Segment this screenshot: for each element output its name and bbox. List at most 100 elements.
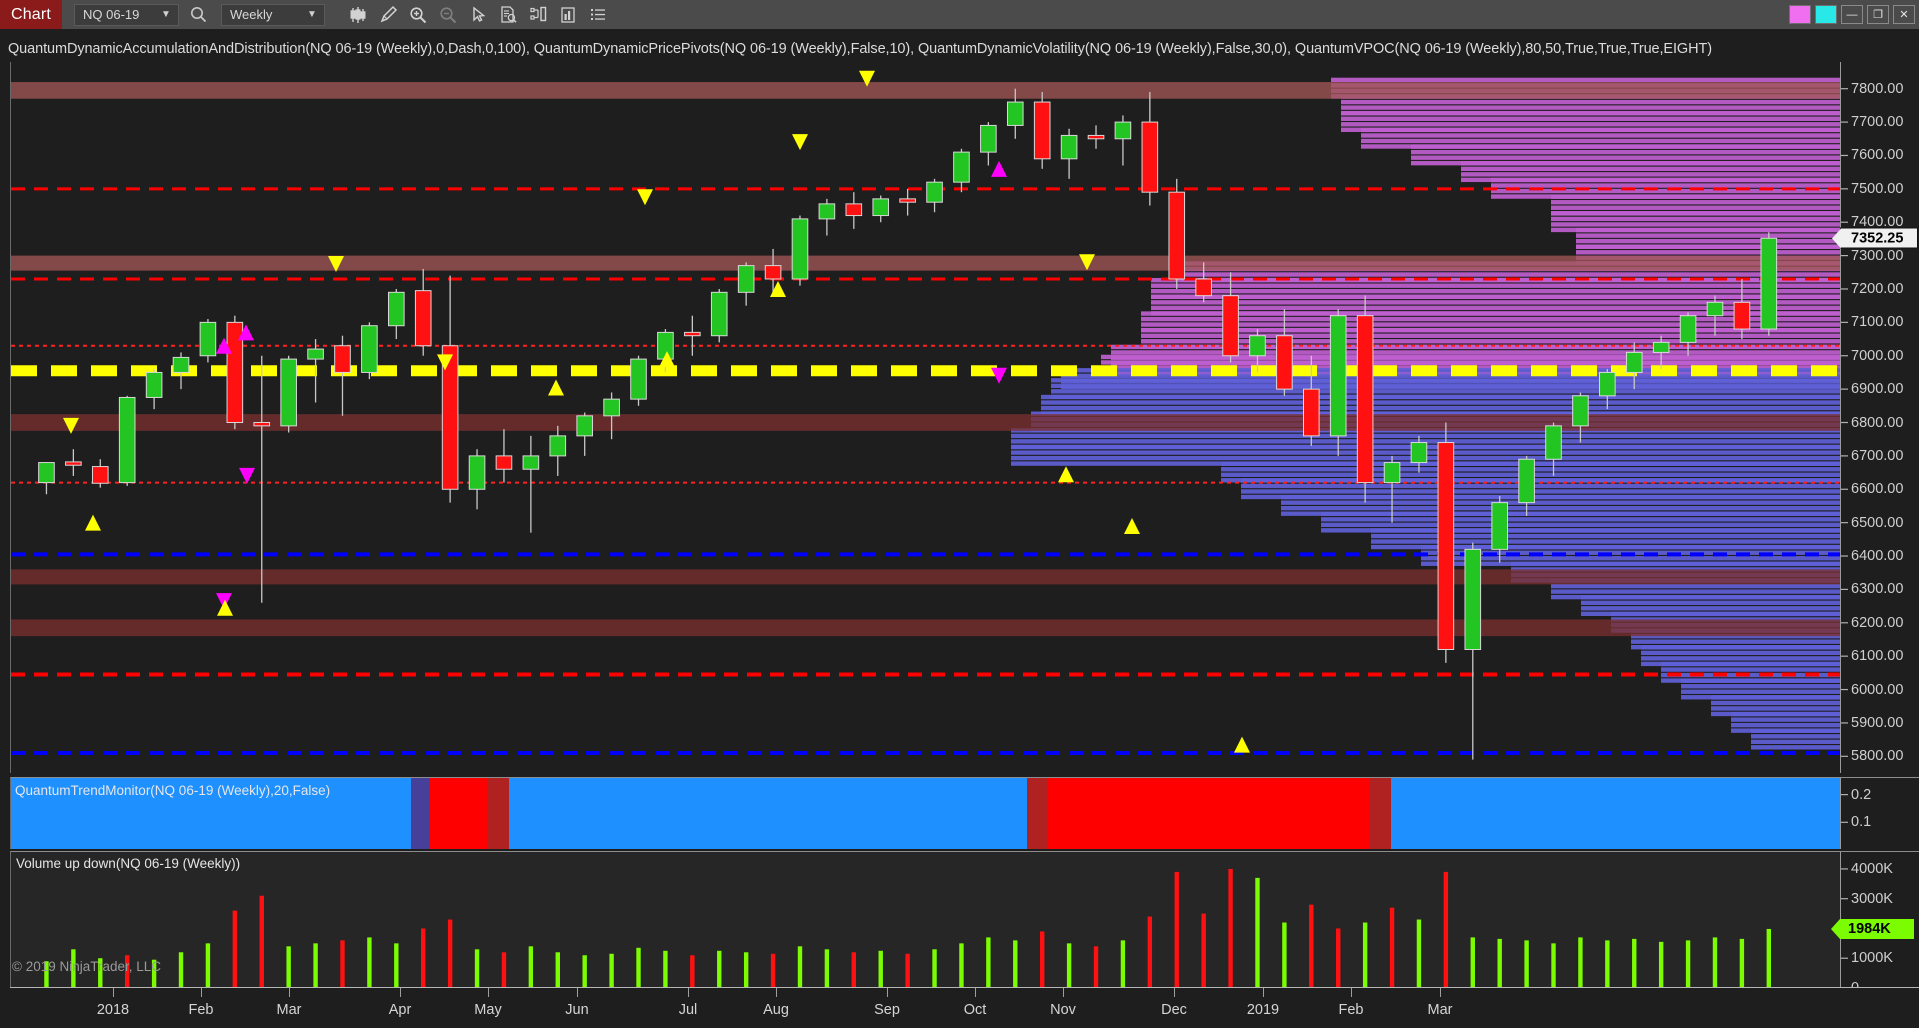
trend-segment-down [1047, 778, 1369, 849]
price-tick-label: 6600.00 [1851, 481, 1904, 498]
price-tick-label: 7800.00 [1851, 80, 1904, 97]
volume-bar [1228, 868, 1233, 987]
date-tick-label: Jun [565, 1002, 589, 1018]
volume-bar [1120, 940, 1126, 987]
minimize-button[interactable]: — [1841, 5, 1863, 24]
symbol-selector[interactable]: NQ 06-19 ▼ [74, 3, 179, 26]
cursor-pointer-icon[interactable] [463, 2, 493, 28]
volume-bar [421, 928, 426, 987]
color-swatch-magenta[interactable] [1789, 5, 1811, 24]
volume-bar [1766, 928, 1772, 987]
interval-selector[interactable]: Weekly ▼ [221, 3, 325, 26]
volume-bar [501, 952, 507, 987]
price-tick-label: 5900.00 [1851, 714, 1904, 731]
date-tick-label: Oct [963, 1002, 987, 1018]
search-icon[interactable] [183, 2, 213, 28]
price-tick-label: 7500.00 [1851, 180, 1904, 197]
candlestick [1437, 422, 1455, 663]
date-tick [577, 988, 578, 997]
candlestick [361, 322, 378, 380]
trend-monitor-label: QuantumTrendMonitor(NQ 06-19 (Weekly),20… [15, 783, 331, 798]
trend-monitor-pane[interactable]: QuantumTrendMonitor(NQ 06-19 (Weekly),20… [10, 777, 1840, 849]
volume-bar [1013, 940, 1018, 987]
indicator-legend[interactable]: QuantumDynamicAccumulationAndDistributio… [8, 41, 1712, 57]
date-tick-label: Feb [1338, 1002, 1364, 1018]
volume-bar [959, 943, 964, 987]
volume-bar [1336, 928, 1341, 987]
price-axis[interactable]: 7352.25 7800.00 7700.00 7600.00 7500.00 7400… [1840, 62, 1919, 773]
candlestick [1760, 232, 1778, 336]
volume-tick-label: 3000K [1851, 890, 1893, 907]
volume-bar [932, 949, 937, 987]
volume-bar [851, 952, 857, 987]
date-tick [1174, 988, 1175, 997]
volume-bar [1712, 937, 1718, 987]
chart-tab[interactable]: Chart [0, 0, 62, 29]
volatility-band [11, 619, 1840, 637]
volume-bar [1470, 937, 1475, 987]
list-icon[interactable] [583, 2, 613, 28]
volume-axis[interactable]: 1984K 4000K3000K1000K0 [1840, 851, 1919, 996]
zoom-in-icon[interactable] [403, 2, 433, 28]
volume-bar [447, 919, 453, 987]
data-series-icon[interactable] [493, 2, 523, 28]
volatility-band [11, 82, 1840, 99]
restore-button[interactable]: ❐ [1867, 5, 1889, 24]
drawing-pencil-icon[interactable] [373, 2, 403, 28]
indicators-icon[interactable] [523, 2, 553, 28]
date-tick [1351, 988, 1352, 997]
volume-bar [367, 937, 372, 987]
trend-segment-fade [1027, 778, 1047, 849]
volume-pane-label: Volume up down(NQ 06-19 (Weekly)) [16, 856, 241, 871]
chart-type-icon[interactable] [343, 2, 373, 28]
volume-tick-label: 1000K [1851, 950, 1893, 967]
trend-segment-up [509, 778, 1027, 849]
volume-bar [1309, 904, 1314, 987]
price-tick-label: 7700.00 [1851, 114, 1904, 131]
volume-bar [1551, 943, 1556, 987]
properties-icon[interactable] [553, 2, 583, 28]
price-tick-label: 7600.00 [1851, 147, 1904, 164]
date-axis[interactable]: 2018 Feb Mar Apr May Jun Jul Aug Sep Oct Nov Dec 201… [10, 987, 1919, 1028]
volume-bar [1658, 941, 1664, 987]
volume-bar [797, 946, 803, 987]
volatility-band [11, 255, 1840, 271]
candlestick [1329, 309, 1347, 456]
price-tick-label: 6000.00 [1851, 681, 1904, 698]
volume-bar [1174, 871, 1179, 987]
zoom-out-icon[interactable] [433, 2, 463, 28]
price-tick-label: 6800.00 [1851, 414, 1904, 431]
price-tick-label: 6700.00 [1851, 447, 1904, 464]
date-tick [887, 988, 888, 997]
price-chart-pane[interactable] [10, 62, 1840, 773]
price-tick-label: 7100.00 [1851, 314, 1904, 331]
date-tick-label: Feb [188, 1002, 214, 1018]
volume-bar [663, 950, 668, 987]
date-tick [975, 988, 976, 997]
volume-bar [1497, 938, 1502, 987]
price-tick-label: 6500.00 [1851, 514, 1904, 531]
date-tick [289, 988, 290, 997]
candlestick [118, 395, 136, 486]
date-tick-label: Sep [874, 1002, 900, 1018]
volume-pane[interactable]: Volume up down(NQ 06-19 (Weekly)) [10, 851, 1840, 987]
date-tick-label: Dec [1161, 1002, 1187, 1018]
volume-tick-label: 4000K [1851, 860, 1893, 877]
price-tick-label: 6100.00 [1851, 648, 1904, 665]
color-swatch-cyan[interactable] [1815, 5, 1837, 24]
trend-tick-label: 0.1 [1851, 814, 1872, 831]
volume-bar [1685, 940, 1691, 987]
date-tick [113, 988, 114, 997]
volume-bar [259, 895, 264, 987]
date-tick [688, 988, 689, 997]
chevron-down-icon: ▼ [307, 9, 317, 20]
volume-bar [1578, 937, 1583, 987]
volume-bar [1632, 938, 1637, 987]
copyright-text: © 2019 NinjaTrader, LLC [12, 959, 162, 974]
date-tick [488, 988, 489, 997]
volume-bar [690, 955, 695, 987]
trend-axis[interactable]: 0.2 0.1 [1840, 777, 1919, 849]
volume-bar [1039, 931, 1045, 987]
close-button[interactable]: ✕ [1893, 5, 1915, 24]
volume-bar [1147, 916, 1153, 987]
